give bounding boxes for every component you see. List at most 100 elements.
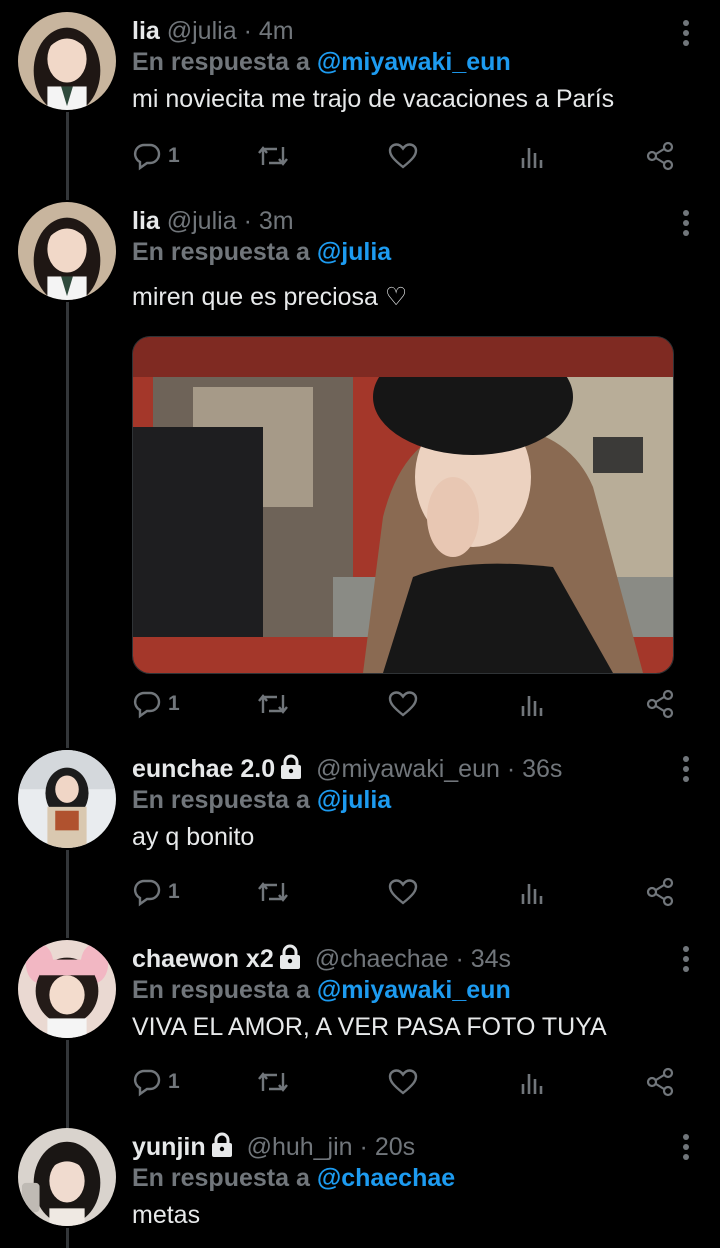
- reply-to-link[interactable]: @miyawaki_eun: [317, 976, 511, 1004]
- tweet-body: eunchae 2.0 @miyawaki_eun · 36s En respu…: [132, 754, 680, 854]
- more-vertical-icon[interactable]: [682, 20, 690, 51]
- tweet-header: yunjin @huh_jin · 20s: [132, 1132, 680, 1162]
- like-icon: [388, 1069, 418, 1095]
- like-icon: [388, 143, 418, 169]
- action-bar: 1: [132, 876, 680, 908]
- views-icon: [521, 148, 543, 168]
- views-icon: [521, 1074, 543, 1094]
- lock-icon: [279, 754, 303, 787]
- tweet-body: lia @julia · 4m En respuesta a @miyawaki…: [132, 16, 680, 116]
- retweet-icon: [258, 146, 288, 166]
- like-button[interactable]: [388, 140, 418, 172]
- retweet-icon: [258, 882, 288, 902]
- reply-context: En respuesta a @miyawaki_eun: [132, 974, 680, 1006]
- timestamp[interactable]: 3m: [259, 207, 294, 235]
- tweet-photo[interactable]: [132, 336, 674, 674]
- timestamp[interactable]: 4m: [259, 17, 294, 45]
- share-button[interactable]: [646, 140, 674, 172]
- tweet-text: metas: [132, 1201, 201, 1229]
- views-icon: [521, 696, 543, 716]
- avatar[interactable]: [18, 1128, 116, 1226]
- avatar[interactable]: [18, 750, 116, 848]
- tweet-body: lia @julia · 3m En respuesta a @julia mi…: [132, 206, 680, 314]
- retweet-button[interactable]: [256, 140, 290, 172]
- user-handle[interactable]: @julia: [167, 17, 237, 45]
- user-handle[interactable]: @chaechae: [315, 945, 449, 973]
- timestamp[interactable]: 34s: [471, 945, 511, 973]
- reply-to-link[interactable]: @chaechae: [317, 1164, 455, 1192]
- thread-line: [66, 850, 69, 938]
- reply-count: 1: [168, 1070, 180, 1093]
- reply-button[interactable]: 1: [132, 140, 180, 172]
- display-name[interactable]: eunchae 2.0: [132, 755, 275, 783]
- avatar-image: [18, 1128, 116, 1226]
- separator: ·: [455, 945, 464, 973]
- more-vertical-icon[interactable]: [682, 946, 690, 977]
- like-button[interactable]: [388, 1066, 418, 1098]
- share-button[interactable]: [646, 876, 674, 908]
- reply-prefix: En respuesta a: [132, 786, 310, 814]
- timestamp[interactable]: 36s: [522, 755, 562, 783]
- reply-prefix: En respuesta a: [132, 976, 310, 1004]
- thread-line: [66, 302, 69, 748]
- avatar-image: [18, 940, 116, 1038]
- separator: ·: [243, 17, 252, 45]
- retweet-button[interactable]: [256, 688, 290, 720]
- retweet-button[interactable]: [256, 1066, 290, 1098]
- tweet-text: mi noviecita me trajo de vacaciones a Pa…: [132, 85, 615, 113]
- like-button[interactable]: [388, 876, 418, 908]
- views-button[interactable]: [520, 140, 544, 172]
- more-vertical-icon[interactable]: [682, 1134, 690, 1165]
- action-bar: 1: [132, 688, 680, 720]
- display-name[interactable]: yunjin: [132, 1133, 206, 1161]
- reply-button[interactable]: 1: [132, 1066, 180, 1098]
- reply-count: 1: [168, 692, 180, 715]
- reply-context: En respuesta a @julia: [132, 236, 680, 268]
- retweet-button[interactable]: [256, 876, 290, 908]
- reply-context: En respuesta a @chaechae: [132, 1162, 680, 1194]
- share-button[interactable]: [646, 688, 674, 720]
- tweet-text: VIVA EL AMOR, A VER PASA FOTO TUYA: [132, 1013, 607, 1041]
- separator: ·: [243, 207, 252, 235]
- action-bar: 1: [132, 1066, 680, 1098]
- reply-count: 1: [168, 880, 180, 903]
- views-icon: [521, 884, 543, 904]
- lock-icon: [278, 944, 302, 977]
- avatar[interactable]: [18, 940, 116, 1038]
- reply-button[interactable]: 1: [132, 876, 180, 908]
- avatar[interactable]: [18, 12, 116, 110]
- reply-button[interactable]: 1: [132, 688, 180, 720]
- avatar-image: [18, 202, 116, 300]
- avatar[interactable]: [18, 202, 116, 300]
- user-handle[interactable]: @julia: [167, 207, 237, 235]
- more-vertical-icon[interactable]: [682, 210, 690, 241]
- views-button[interactable]: [520, 688, 544, 720]
- user-handle[interactable]: @miyawaki_eun: [316, 755, 500, 783]
- reply-prefix: En respuesta a: [132, 1164, 310, 1192]
- tweet-header: lia @julia · 4m: [132, 16, 680, 46]
- reply-to-link[interactable]: @julia: [317, 786, 391, 814]
- reply-icon: [133, 1069, 161, 1097]
- more-vertical-icon[interactable]: [682, 756, 690, 787]
- display-name[interactable]: chaewon x2: [132, 945, 274, 973]
- user-handle[interactable]: @huh_jin: [247, 1133, 353, 1161]
- share-icon: [646, 1067, 674, 1097]
- display-name[interactable]: lia: [132, 17, 160, 45]
- like-button[interactable]: [388, 688, 418, 720]
- photo-image: [133, 337, 673, 673]
- like-icon: [388, 691, 418, 717]
- like-icon: [388, 879, 418, 905]
- timestamp[interactable]: 20s: [375, 1133, 415, 1161]
- share-icon: [646, 689, 674, 719]
- reply-to-link[interactable]: @miyawaki_eun: [317, 48, 511, 76]
- avatar-image: [18, 750, 116, 848]
- reply-icon: [133, 879, 161, 907]
- reply-icon: [133, 143, 161, 171]
- display-name[interactable]: lia: [132, 207, 160, 235]
- reply-context: En respuesta a @miyawaki_eun: [132, 46, 680, 78]
- views-button[interactable]: [520, 876, 544, 908]
- reply-prefix: En respuesta a: [132, 238, 310, 266]
- share-button[interactable]: [646, 1066, 674, 1098]
- reply-to-link[interactable]: @julia: [317, 238, 391, 266]
- views-button[interactable]: [520, 1066, 544, 1098]
